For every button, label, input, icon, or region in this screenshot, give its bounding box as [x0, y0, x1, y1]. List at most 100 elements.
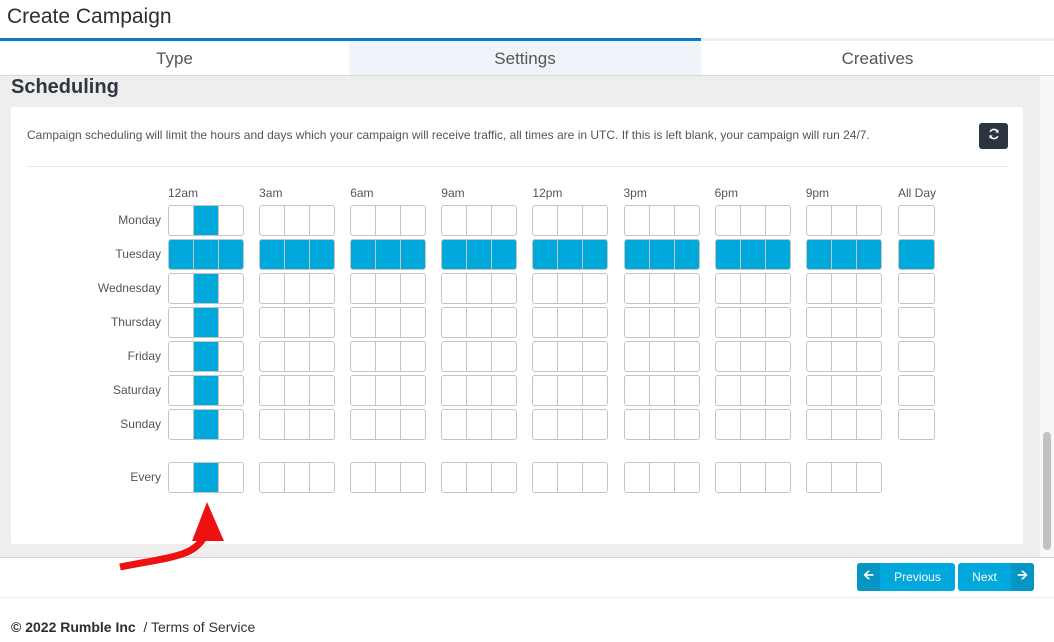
hour-cell[interactable] — [492, 376, 516, 405]
hour-cell[interactable] — [716, 376, 741, 405]
hour-cell[interactable] — [765, 240, 790, 269]
hour-cell[interactable] — [467, 308, 493, 337]
hour-cell[interactable] — [857, 463, 881, 492]
hour-cell[interactable] — [650, 342, 675, 371]
hour-cell[interactable] — [492, 342, 516, 371]
hour-cell[interactable] — [857, 376, 881, 405]
hour-cell[interactable] — [467, 376, 493, 405]
hour-cell[interactable] — [492, 240, 517, 269]
hour-cell[interactable] — [169, 410, 194, 439]
hour-cell[interactable] — [675, 206, 699, 235]
hour-cell[interactable] — [716, 206, 741, 235]
hour-cell[interactable] — [716, 308, 741, 337]
hour-cell[interactable] — [716, 274, 741, 303]
hour-cell[interactable] — [194, 376, 219, 405]
hour-cell[interactable] — [533, 240, 559, 269]
hour-cell[interactable] — [169, 342, 194, 371]
hour-cell[interactable] — [351, 274, 377, 303]
hour-cell[interactable] — [740, 240, 766, 269]
hour-cell[interactable] — [533, 308, 559, 337]
hour-cell[interactable] — [832, 206, 857, 235]
hour-cell[interactable] — [832, 463, 857, 492]
hour-cell[interactable] — [533, 376, 559, 405]
hour-cell[interactable] — [624, 240, 650, 269]
hour-cell[interactable] — [219, 410, 243, 439]
hour-cell[interactable] — [194, 240, 219, 269]
hour-cell[interactable] — [766, 274, 790, 303]
hour-cell[interactable] — [716, 342, 741, 371]
hour-cell[interactable] — [376, 463, 402, 492]
hour-cell[interactable] — [219, 206, 243, 235]
hour-cell[interactable] — [675, 410, 699, 439]
hour-cell[interactable] — [741, 463, 766, 492]
hour-cell[interactable] — [674, 240, 699, 269]
hour-cell[interactable] — [533, 342, 559, 371]
hour-cell[interactable] — [219, 342, 243, 371]
hour-cell[interactable] — [194, 410, 219, 439]
hour-cell[interactable] — [583, 274, 607, 303]
hour-cell[interactable] — [194, 308, 219, 337]
hour-cell[interactable] — [260, 308, 286, 337]
hour-cell[interactable] — [558, 410, 584, 439]
terms-of-service-link[interactable]: Terms of Service — [151, 619, 255, 635]
hour-cell[interactable] — [533, 206, 559, 235]
hour-cell[interactable] — [857, 308, 881, 337]
hour-cell[interactable] — [741, 376, 766, 405]
hour-cell[interactable] — [741, 410, 766, 439]
hour-cell[interactable] — [376, 342, 402, 371]
hour-cell[interactable] — [807, 463, 832, 492]
hour-cell[interactable] — [442, 240, 468, 269]
hour-cell[interactable] — [675, 463, 699, 492]
hour-cell[interactable] — [766, 342, 790, 371]
hour-cell[interactable] — [807, 274, 832, 303]
hour-cell[interactable] — [310, 410, 334, 439]
hour-cell[interactable] — [260, 463, 286, 492]
hour-cell[interactable] — [442, 410, 468, 439]
hour-cell[interactable] — [351, 463, 377, 492]
tab-creatives[interactable]: Creatives — [701, 41, 1054, 76]
hour-cell[interactable] — [310, 308, 334, 337]
hour-cell[interactable] — [401, 376, 425, 405]
hour-cell[interactable] — [625, 410, 650, 439]
hour-cell[interactable] — [558, 308, 584, 337]
hour-cell[interactable] — [442, 463, 468, 492]
hour-cell[interactable] — [467, 274, 493, 303]
hour-cell[interactable] — [832, 308, 857, 337]
hour-cell[interactable] — [169, 206, 194, 235]
hour-cell[interactable] — [492, 463, 516, 492]
hour-cell[interactable] — [583, 308, 607, 337]
hour-cell[interactable] — [766, 206, 790, 235]
hour-cell[interactable] — [492, 274, 516, 303]
hour-cell[interactable] — [376, 376, 402, 405]
hour-cell[interactable] — [285, 308, 311, 337]
hour-cell[interactable] — [260, 376, 286, 405]
hour-cell[interactable] — [625, 376, 650, 405]
hour-cell[interactable] — [219, 274, 243, 303]
hour-cell[interactable] — [807, 410, 832, 439]
hour-cell[interactable] — [675, 274, 699, 303]
hour-cell[interactable] — [376, 206, 402, 235]
hour-cell[interactable] — [376, 410, 402, 439]
hour-cell[interactable] — [169, 240, 194, 269]
all-day-toggle[interactable] — [898, 409, 935, 440]
previous-button[interactable]: 🡨 Previous — [857, 563, 955, 591]
hour-cell[interactable] — [467, 463, 493, 492]
hour-cell[interactable] — [832, 342, 857, 371]
hour-cell[interactable] — [351, 410, 377, 439]
hour-cell[interactable] — [442, 376, 468, 405]
all-day-toggle[interactable] — [898, 239, 935, 270]
hour-cell[interactable] — [558, 376, 584, 405]
hour-cell[interactable] — [716, 410, 741, 439]
hour-cell[interactable] — [650, 308, 675, 337]
hour-cell[interactable] — [442, 206, 468, 235]
hour-cell[interactable] — [741, 342, 766, 371]
hour-cell[interactable] — [716, 463, 741, 492]
hour-cell[interactable] — [766, 376, 790, 405]
hour-cell[interactable] — [376, 240, 402, 269]
hour-cell[interactable] — [625, 342, 650, 371]
hour-cell[interactable] — [583, 206, 607, 235]
hour-cell[interactable] — [832, 376, 857, 405]
all-day-toggle[interactable] — [898, 273, 935, 304]
hour-cell[interactable] — [583, 240, 608, 269]
hour-cell[interactable] — [194, 206, 219, 235]
